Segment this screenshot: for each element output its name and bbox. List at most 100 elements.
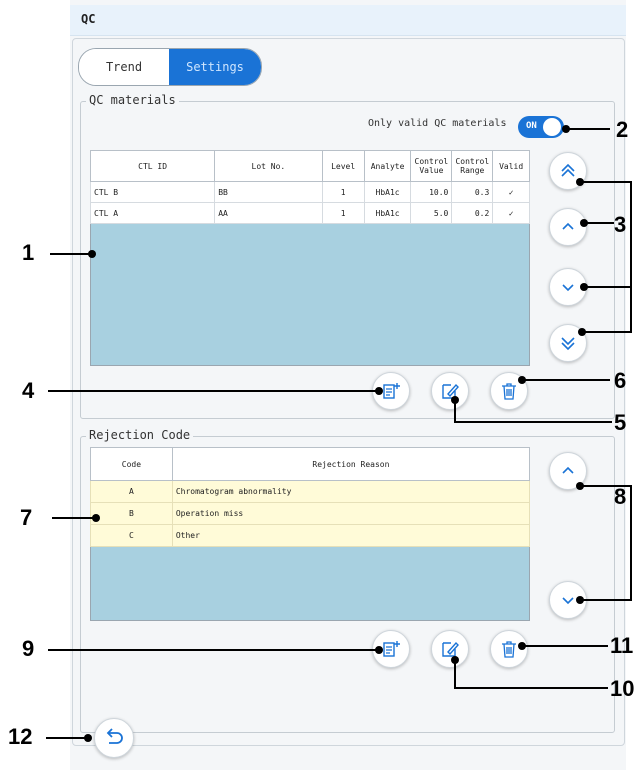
double-chevron-up-icon [561,163,575,177]
callout-dot [92,514,100,522]
callout-dot [580,219,588,227]
table-cell: CTL A [89,202,216,224]
callout-dot [578,328,586,336]
qc-column-header: CTL ID [89,150,216,182]
qc-column-header: Level [321,150,365,182]
table-cell: A [90,480,173,503]
table-row[interactable]: CTL B BB 1 HbA1c 10.0 0.3 ✓ [89,181,530,203]
callout-2: 2 [616,117,629,142]
table-cell: ✓ [492,202,530,224]
callout-line [522,379,610,381]
callout-line [580,485,632,487]
double-chevron-down-icon [561,337,575,351]
tab-trend[interactable]: Trend [79,49,169,85]
callout-1: 1 [22,240,35,265]
qc-materials-legend: QC materials [86,93,179,107]
rc-column-header: Rejection Reason [171,447,531,481]
rc-column-header: Code [90,447,173,481]
chevron-down-icon [562,597,574,605]
chevron-up-icon [562,222,574,230]
chevron-up-icon [562,466,574,474]
table-row[interactable]: C Other [90,524,531,547]
callout-line [454,687,608,689]
callout-dot [375,646,383,654]
qc-edit-button[interactable] [431,372,469,410]
add-list-icon [383,641,400,657]
table-row[interactable]: B Operation miss [90,502,531,525]
callout-9: 9 [22,636,35,661]
callout-dot [576,596,584,604]
table-cell: Operation miss [171,502,531,525]
callout-line [584,286,632,288]
title-bar [70,5,626,36]
callout-line [52,517,96,519]
table-cell: ✓ [492,181,530,203]
callout-6: 6 [614,368,627,393]
table-cell: Other [171,524,531,547]
table-row[interactable]: A Chromatogram abnormality [90,480,531,503]
callout-12: 12 [8,724,33,749]
callout-dot [576,482,584,490]
qc-column-header: Analyte [363,150,412,182]
callout-line [46,737,86,739]
callout-10: 10 [610,676,635,701]
callout-dot [518,376,526,384]
callout-line [584,222,614,224]
callout-dot [576,178,584,186]
table-cell: 0.2 [451,202,494,224]
callout-line [582,331,632,333]
callout-dot [518,642,526,650]
qc-column-header: Control Range [451,150,494,182]
callout-5: 5 [614,410,627,435]
toggle-state: ON [526,121,537,131]
scroll-up-button[interactable] [549,208,587,246]
table-cell: Chromatogram abnormality [171,480,531,503]
callout-line [630,181,632,333]
table-cell: 5.0 [410,202,453,224]
callout-dot [375,387,383,395]
table-cell: C [90,524,173,547]
table-cell: HbA1c [363,181,412,203]
table-cell: 0.3 [451,181,494,203]
tab-settings[interactable]: Settings [169,49,261,85]
callout-7: 7 [20,505,33,530]
table-cell: 1 [321,202,365,224]
callout-4: 4 [22,378,35,403]
callout-line [580,181,632,183]
callout-line [580,599,632,601]
callout-11: 11 [610,633,634,658]
back-arrow-icon [106,728,123,744]
toggle-knob [543,118,561,136]
callout-dot [562,125,570,133]
table-cell: BB [214,181,323,203]
table-row[interactable]: CTL A AA 1 HbA1c 5.0 0.2 ✓ [89,202,530,224]
callout-dot [451,656,459,664]
table-cell: B [90,502,173,525]
table-cell: AA [214,202,323,224]
trash-icon [502,383,516,400]
callout-line [630,485,632,601]
tab-bar: Trend Settings [78,48,262,86]
qc-column-header: Lot No. [214,150,323,182]
callout-line [48,390,378,392]
qc-column-header: Control Value [410,150,453,182]
callout-dot [451,396,459,404]
window-title: QC [81,12,96,26]
callout-line [566,128,610,130]
callout-line [522,645,608,647]
rejection-code-table: Code Rejection Reason A Chromatogram abnor… [90,447,531,547]
qc-column-header: Valid [492,150,530,182]
callout-8: 8 [614,484,627,509]
qc-materials-table: CTL ID Lot No. Level Analyte Control Value Co… [89,150,530,224]
rc-edit-button[interactable] [431,630,469,668]
table-cell: 10.0 [410,181,453,203]
add-list-icon [383,383,400,399]
rejection-code-legend: Rejection Code [86,428,194,442]
callout-dot [88,250,96,258]
callout-dot [580,283,588,291]
callout-3: 3 [614,212,627,237]
callout-line [50,253,92,255]
back-button[interactable] [94,718,134,758]
table-cell: HbA1c [363,202,412,224]
only-valid-label: Only valid QC materials [368,118,507,129]
